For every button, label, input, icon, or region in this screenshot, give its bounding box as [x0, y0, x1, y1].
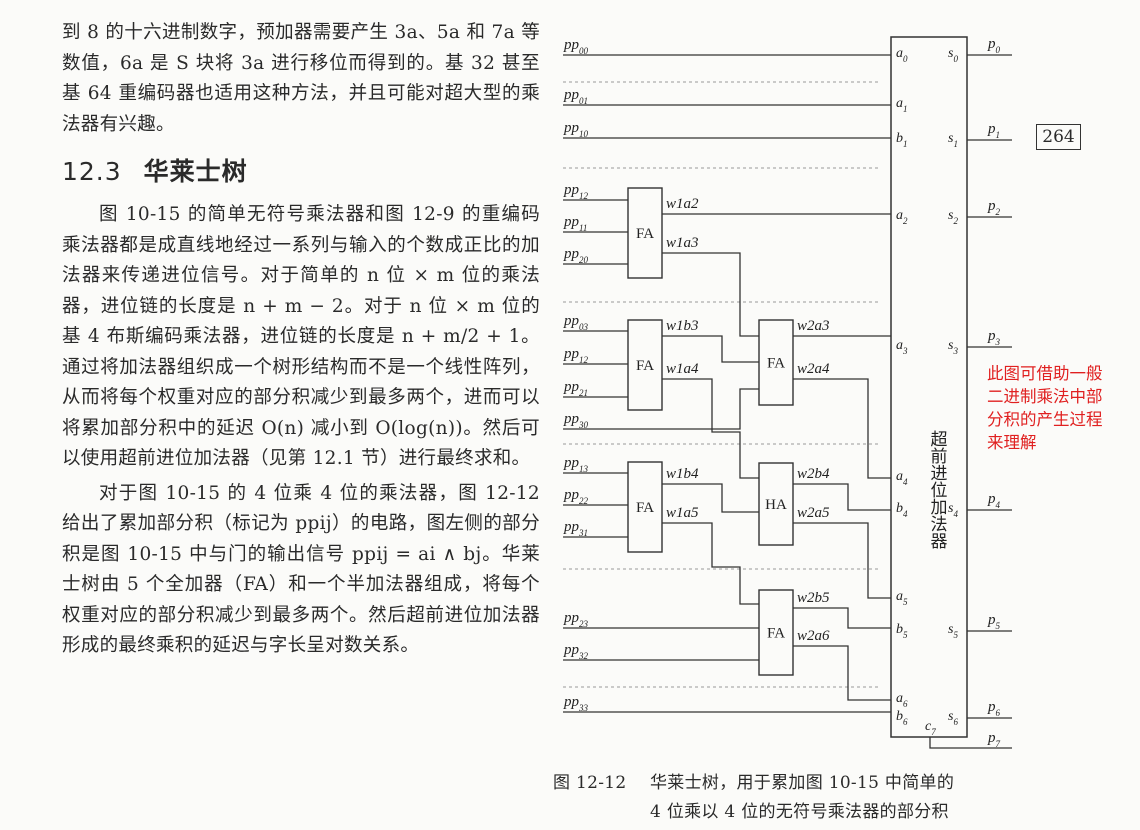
input-label-pp23: pp23 — [563, 610, 589, 629]
caption-line-1: 华莱士树，用于累加图 10-15 中简单的 — [650, 773, 955, 793]
product-label-p5: p5 — [987, 612, 1001, 631]
cla-pin-b4: b4 — [896, 501, 908, 519]
input-label-pp11: pp11 — [563, 214, 587, 233]
wire-label-w1a5: w1a5 — [666, 505, 699, 521]
input-label-pp00: pp00 — [563, 37, 589, 56]
adder-label-1: FA — [636, 226, 654, 242]
wire — [793, 645, 891, 701]
wire-label-w2a6: w2a6 — [797, 628, 830, 644]
adder-label-6: FA — [767, 626, 785, 642]
caption-line-2: 4 位乘以 4 位的无符号乘法器的部分积 — [650, 802, 949, 822]
cla-sum-s5: s5 — [948, 622, 958, 640]
input-label-pp30: pp30 — [563, 411, 589, 430]
cla-pin-a5: a5 — [896, 589, 908, 607]
wire-label-w1a2: w1a2 — [666, 196, 699, 212]
cla-label: 超前进位加法器 — [928, 430, 948, 549]
input-label-pp13: pp13 — [563, 455, 589, 474]
cla-pin-a1: a1 — [896, 96, 908, 114]
wire-label-w2b4: w2b4 — [797, 466, 830, 482]
input-label-pp12: pp12 — [563, 346, 589, 365]
cla-pin-a4: a4 — [896, 469, 908, 487]
cla-pin-b1: b1 — [896, 131, 908, 149]
input-label-pp12: pp12 — [563, 182, 589, 201]
input-label-pp01: pp01 — [563, 87, 588, 106]
cla-pin-b6: b6 — [896, 709, 908, 727]
product-label-p7: p7 — [987, 730, 1001, 749]
product-label-p1: p1 — [987, 121, 1000, 140]
cla-pin-a2: a2 — [896, 208, 908, 226]
input-label-pp31: pp31 — [563, 519, 588, 538]
wire — [662, 335, 759, 363]
input-label-pp32: pp32 — [563, 642, 589, 661]
wallace-tree-figure: pp00 pp01 pp10 pp12 pp11 pp20 pp03 pp12 pp21 pp30… — [563, 36, 1012, 749]
product-label-p4: p4 — [987, 491, 1001, 510]
adder-label-2: FA — [636, 358, 654, 374]
product-label-p2: p2 — [987, 198, 1001, 217]
cla-sum-s2: s2 — [948, 208, 958, 226]
adder-label-3: FA — [636, 500, 654, 516]
wire-label-w1b4: w1b4 — [666, 466, 699, 482]
wire — [793, 607, 891, 629]
wire-label-w1b3: w1b3 — [666, 318, 699, 334]
input-label-pp03: pp03 — [563, 313, 589, 332]
cla-pin-c7: c7 — [925, 719, 936, 737]
cla-sum-s6: s6 — [948, 709, 958, 727]
cla-sum-s3: s3 — [948, 338, 958, 356]
product-label-p6: p6 — [987, 699, 1001, 718]
input-label-pp22: pp22 — [563, 487, 589, 506]
cla-sum-s4: s4 — [948, 501, 958, 519]
figure-caption: 图 12-12 华莱士树，用于累加图 10-15 中简单的 4 位乘以 4 位的无… — [553, 769, 1023, 827]
page-number: 264 — [1036, 124, 1081, 150]
cla-pin-a6: a6 — [896, 691, 908, 709]
cla-pin-a0: a0 — [896, 46, 908, 64]
wire — [793, 522, 891, 599]
input-label-pp21: pp21 — [563, 379, 588, 398]
input-label-pp33: pp33 — [563, 694, 589, 713]
cla-pin-b5: b5 — [896, 622, 908, 640]
wire — [563, 388, 759, 430]
wire — [793, 378, 891, 479]
wire-label-w2a5: w2a5 — [797, 505, 830, 521]
adder-label-5: HA — [765, 497, 787, 513]
cla-pin-a3: a3 — [896, 338, 908, 356]
wire-label-w1a3: w1a3 — [666, 235, 699, 251]
wire — [662, 522, 759, 605]
cla-sum-s0: s0 — [948, 46, 958, 64]
wire-label-w2a3: w2a3 — [797, 318, 830, 334]
input-label-pp10: pp10 — [563, 120, 589, 139]
margin-note: 此图可借助一般二进制乘法中部分积的产生过程来理解 — [987, 364, 1103, 452]
product-label-p0: p0 — [987, 36, 1001, 55]
wire-label-w2a4: w2a4 — [797, 361, 830, 377]
cla-sum-s1: s1 — [948, 131, 958, 149]
product-label-p3: p3 — [987, 328, 1001, 347]
wire-label-w1a4: w1a4 — [666, 361, 699, 377]
wire-label-w2b5: w2b5 — [797, 590, 830, 606]
input-label-pp20: pp20 — [563, 246, 589, 265]
adder-label-4: FA — [767, 356, 785, 372]
caption-label: 图 12-12 — [553, 773, 627, 793]
